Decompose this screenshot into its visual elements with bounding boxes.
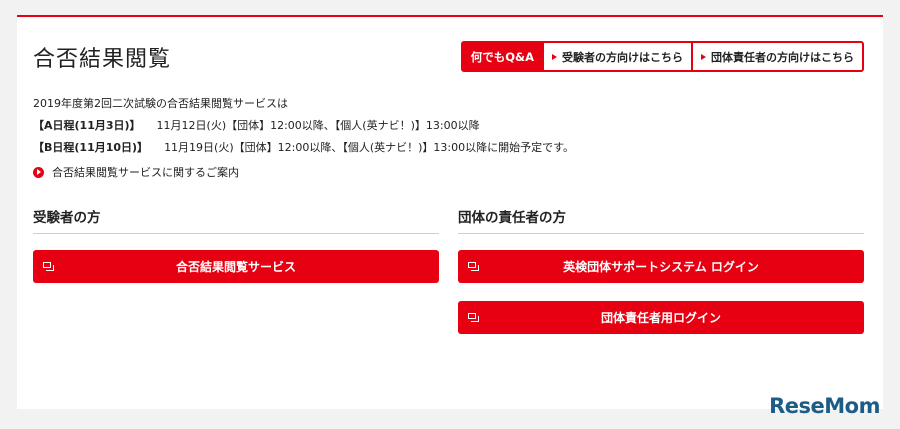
arrow-right-icon (552, 53, 557, 60)
guide-link-label: 合否結果閲覧サービスに関するご案内 (52, 166, 239, 179)
group-section: 団体の責任者の方 英検団体サポートシステム ログイン 団体責任者用ログイン (458, 206, 864, 334)
results-service-button[interactable]: 合否結果閲覧サービス (33, 250, 439, 283)
examinee-section: 受験者の方 合否結果閲覧サービス (33, 206, 439, 283)
group-link-label: 団体責任者の方向けはこちら (711, 50, 854, 64)
play-circle-icon (33, 166, 44, 178)
schedule-info: 2019年度第2回二次試験の合否結果閲覧サービスは 【A日程(11月3日)】 11… (33, 93, 574, 159)
group-manager-login-button[interactable]: 団体責任者用ログイン (458, 301, 864, 334)
schedule-b-label: 【B日程(11月10日)】 (33, 141, 149, 154)
results-panel: 合否結果閲覧 何でもQ&A 受験者の方向けはこちら 団体責任者の方向けはこちら … (17, 15, 883, 409)
arrow-right-icon (701, 53, 706, 60)
resemom-logo: ReseMom (769, 394, 880, 418)
group-heading: 団体の責任者の方 (458, 206, 864, 234)
group-manager-login-label: 団体責任者用ログイン (600, 311, 721, 325)
examinee-link[interactable]: 受験者の方向けはこちら (542, 43, 691, 70)
schedule-a-label: 【A日程(11月3日)】 (33, 119, 141, 132)
new-window-icon (43, 262, 54, 271)
info-intro: 2019年度第2回二次試験の合否結果閲覧サービスは (33, 97, 288, 110)
examinee-link-label: 受験者の方向けはこちら (562, 50, 683, 64)
qa-link[interactable]: 何でもQ&A (462, 43, 542, 70)
examinee-heading: 受験者の方 (33, 206, 439, 234)
info-schedule-a: 【A日程(11月3日)】 11月12日(火)【団体】12:00以降、【個人(英ナビ… (33, 115, 574, 137)
guide-link[interactable]: 合否結果閲覧サービスに関するご案内 (33, 164, 239, 180)
schedule-b-text: 11月19日(火)【団体】12:00以降、【個人(英ナビ！)】13:00以降に開… (164, 141, 575, 154)
group-link[interactable]: 団体責任者の方向けはこちら (691, 43, 862, 70)
support-system-login-label: 英検団体サポートシステム ログイン (563, 260, 759, 274)
top-navigation: 何でもQ&A 受験者の方向けはこちら 団体責任者の方向けはこちら (460, 41, 864, 72)
support-system-login-button[interactable]: 英検団体サポートシステム ログイン (458, 250, 864, 283)
info-schedule-b: 【B日程(11月10日)】 11月19日(火)【団体】12:00以降、【個人(英ナ… (33, 137, 574, 159)
new-window-icon (468, 313, 479, 322)
new-window-icon (468, 262, 479, 271)
results-service-label: 合否結果閲覧サービス (175, 260, 296, 274)
schedule-a-text: 11月12日(火)【団体】12:00以降、【個人(英ナビ！)】13:00以降 (156, 119, 480, 132)
page-title: 合否結果閲覧 (33, 47, 172, 72)
